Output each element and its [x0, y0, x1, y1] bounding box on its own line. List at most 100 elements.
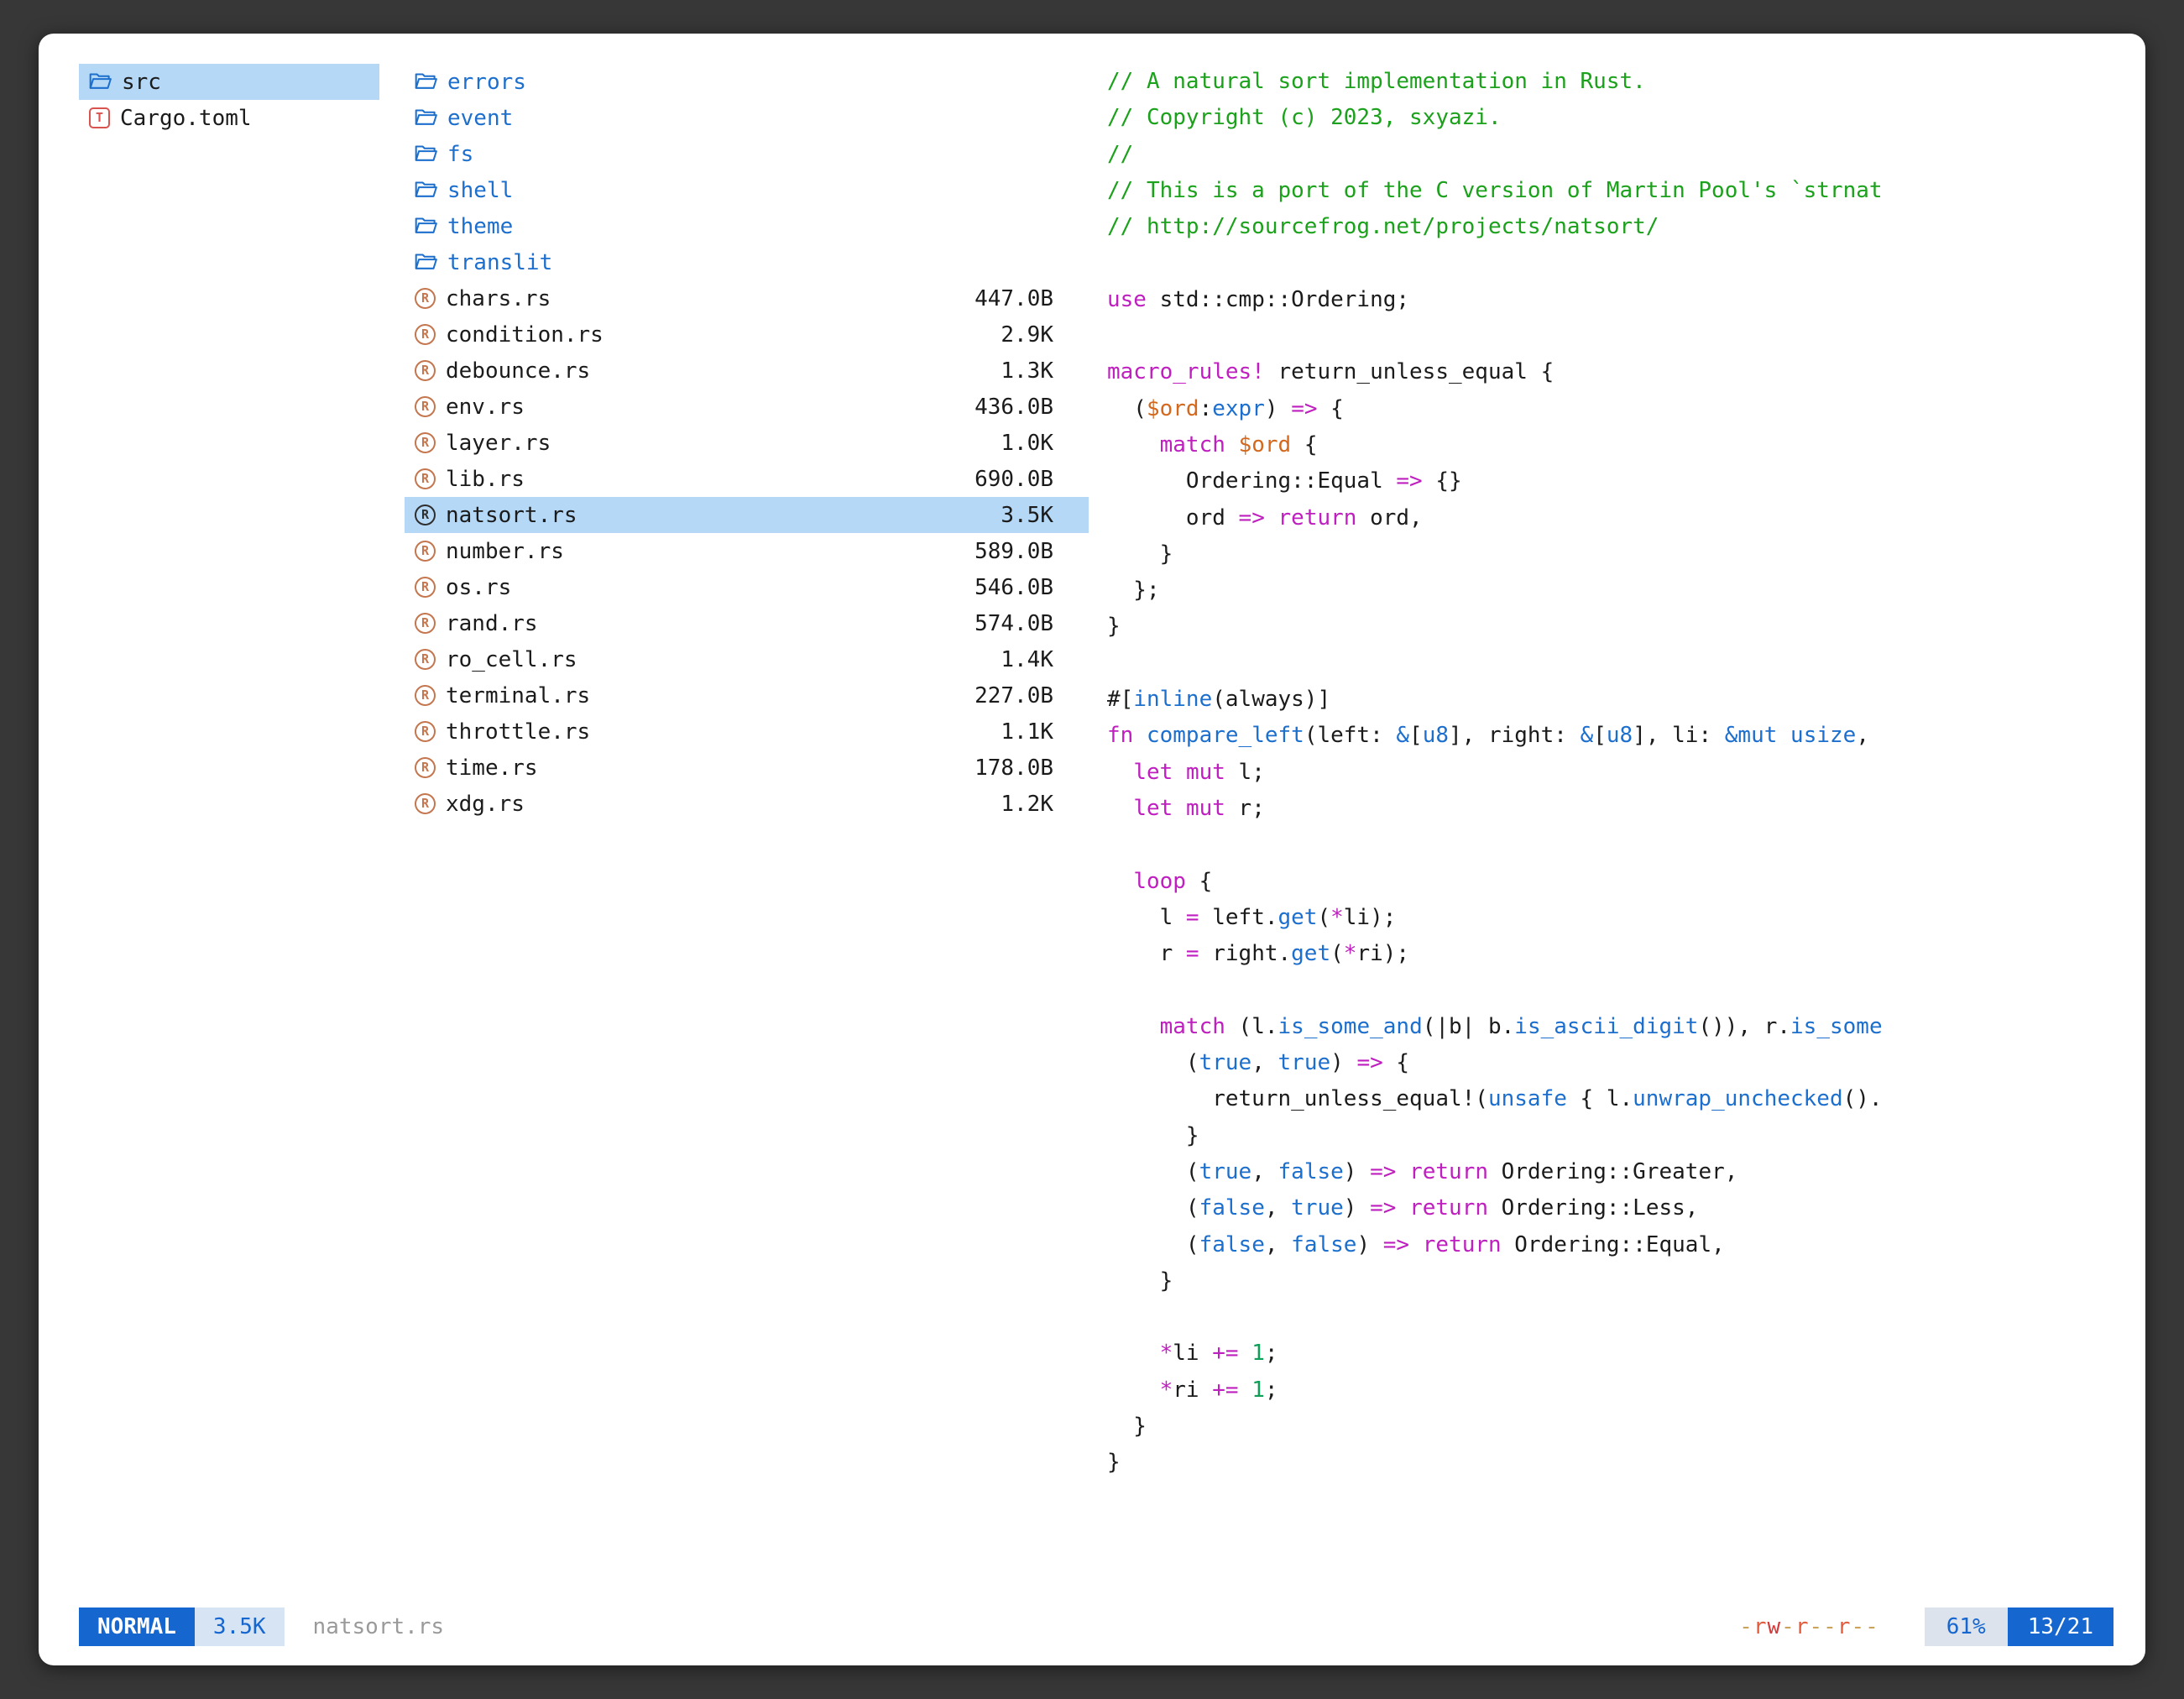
code-line: }; [1107, 572, 2113, 609]
code-line: let mut l; [1107, 755, 2113, 791]
file-row-fs[interactable]: fs [405, 136, 1089, 172]
file-row-chars.rs[interactable]: Rchars.rs 447.0B [405, 280, 1089, 316]
folder-open-icon [415, 108, 437, 128]
file-size: 447.0B [974, 286, 1079, 311]
code-line [1107, 245, 2113, 281]
code-line: #[inline(always)] [1107, 682, 2113, 718]
code-line: (true, false) => return Ordering::Greate… [1107, 1154, 2113, 1190]
code-line [1107, 318, 2113, 354]
file-row-number.rs[interactable]: Rnumber.rs 589.0B [405, 533, 1089, 569]
folder-open-icon [415, 180, 437, 200]
code-line [1107, 827, 2113, 863]
file-name: time.rs [446, 755, 538, 781]
file-name: condition.rs [446, 322, 603, 348]
code-line: // Copyright (c) 2023, sxyazi. [1107, 100, 2113, 136]
file-name: event [447, 106, 513, 131]
code-line: return_unless_equal!(unsafe { l.unwrap_u… [1107, 1081, 2113, 1117]
file-row-translit[interactable]: translit [405, 244, 1089, 280]
file-size-chip: 3.5K [195, 1608, 285, 1646]
toml-icon: T [89, 107, 110, 128]
code-line: macro_rules! return_unless_equal { [1107, 354, 2113, 390]
file-size: 436.0B [974, 395, 1079, 420]
code-line: Ordering::Equal => {} [1107, 463, 2113, 499]
file-name: number.rs [446, 539, 564, 564]
file-row-rand.rs[interactable]: Rrand.rs574.0B [405, 605, 1089, 641]
file-row-throttle.rs[interactable]: Rthrottle.rs 1.1K [405, 714, 1089, 750]
code-line: (true, true) => { [1107, 1045, 2113, 1081]
file-row-xdg.rs[interactable]: Rxdg.rs1.2K [405, 786, 1089, 822]
file-name: os.rs [446, 575, 511, 600]
file-row-terminal.rs[interactable]: Rterminal.rs 227.0B [405, 677, 1089, 714]
file-name: rand.rs [446, 611, 538, 636]
file-size: 178.0B [974, 755, 1079, 781]
file-name: natsort.rs [446, 503, 577, 528]
file-row-os.rs[interactable]: Ros.rs 546.0B [405, 569, 1089, 605]
code-lines: // A natural sort implementation in Rust… [1107, 64, 2113, 1482]
file-name: ro_cell.rs [446, 647, 577, 672]
rust-icon: R [415, 468, 436, 489]
code-line: *li += 1; [1107, 1336, 2113, 1372]
file-name: terminal.rs [446, 683, 590, 708]
file-row-src[interactable]: src [79, 64, 379, 100]
code-line: } [1107, 609, 2113, 645]
file-row-env.rs[interactable]: Renv.rs436.0B [405, 389, 1089, 425]
file-row-layer.rs[interactable]: Rlayer.rs 1.0K [405, 425, 1089, 461]
file-row-errors[interactable]: errors [405, 64, 1089, 100]
file-size: 690.0B [974, 467, 1079, 492]
folder-open-icon [415, 253, 437, 272]
code-line [1107, 646, 2113, 682]
file-name: layer.rs [446, 431, 551, 456]
file-row-Cargo.toml[interactable]: TCargo.toml [79, 100, 379, 136]
rust-icon: R [415, 757, 436, 778]
file-size: 1.4K [1001, 647, 1079, 672]
code-line: } [1107, 1445, 2113, 1481]
file-size: 2.9K [1001, 322, 1079, 348]
file-row-debounce.rs[interactable]: Rdebounce.rs1.3K [405, 353, 1089, 389]
rust-icon: R [415, 324, 436, 345]
rust-icon: R [415, 721, 436, 742]
file-row-event[interactable]: event [405, 100, 1089, 136]
file-size: 1.2K [1001, 792, 1079, 817]
rust-icon: R [415, 613, 436, 634]
code-line: ord => return ord, [1107, 500, 2113, 536]
current-pane: errorseventfsshellthemetranslitRchars.rs… [405, 64, 1089, 1598]
file-name: throttle.rs [446, 719, 590, 745]
code-line: fn compare_left(left: &[u8], right: &[u8… [1107, 718, 2113, 754]
code-line: } [1107, 1263, 2113, 1299]
code-line: ($ord:expr) => { [1107, 391, 2113, 427]
status-filename: natsort.rs [313, 1614, 445, 1639]
rust-icon: R [415, 793, 436, 814]
rust-icon: R [415, 649, 436, 670]
file-name: debounce.rs [446, 358, 590, 384]
code-line [1107, 972, 2113, 1008]
file-row-lib.rs[interactable]: Rlib.rs690.0B [405, 461, 1089, 497]
file-size: 1.1K [1001, 719, 1079, 745]
rust-icon: R [415, 541, 436, 562]
rust-icon: R [415, 396, 436, 417]
rust-icon: R [415, 432, 436, 453]
file-row-time.rs[interactable]: Rtime.rs 178.0B [405, 750, 1089, 786]
file-size: 1.0K [1001, 431, 1079, 456]
rust-icon: R [415, 504, 436, 525]
file-row-theme[interactable]: theme [405, 208, 1089, 244]
cursor-position-badge: 13/21 [2008, 1608, 2113, 1646]
file-row-condition.rs[interactable]: Rcondition.rs 2.9K [405, 316, 1089, 353]
code-line: // [1107, 137, 2113, 173]
file-row-shell[interactable]: shell [405, 172, 1089, 208]
code-line: match (l.is_some_and(|b| b.is_ascii_digi… [1107, 1009, 2113, 1045]
file-size: 546.0B [974, 575, 1079, 600]
file-name: fs [447, 142, 473, 167]
status-bar: NORMAL 3.5K natsort.rs -rw-r--r-- 61% 13… [79, 1607, 2113, 1647]
code-line: match $ord { [1107, 427, 2113, 463]
file-size: 227.0B [974, 683, 1079, 708]
rust-icon: R [415, 577, 436, 598]
file-row-natsort.rs[interactable]: Rnatsort.rs3.5K [405, 497, 1089, 533]
rust-icon: R [415, 288, 436, 309]
file-size: 589.0B [974, 539, 1079, 564]
rust-icon: R [415, 685, 436, 706]
code-line: // This is a port of the C version of Ma… [1107, 173, 2113, 209]
file-name: chars.rs [446, 286, 551, 311]
file-row-ro_cell.rs[interactable]: Rro_cell.rs 1.4K [405, 641, 1089, 677]
panes: srcTCargo.toml errors event fs shellthemetr… [79, 64, 2113, 1598]
rust-icon: R [415, 360, 436, 381]
